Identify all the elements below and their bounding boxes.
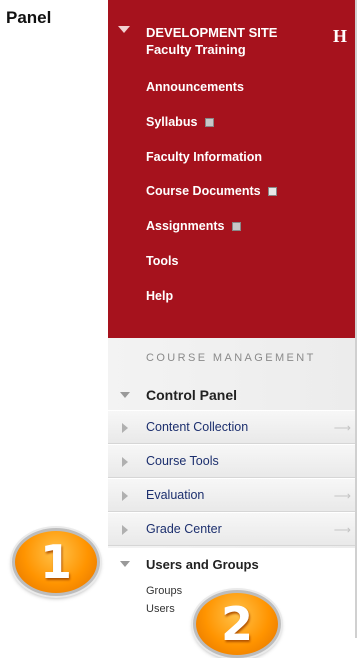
menu-item-label: Announcements bbox=[146, 80, 244, 94]
arrow-right-icon[interactable]: ⟶ bbox=[334, 421, 351, 435]
content-badge-icon bbox=[204, 118, 214, 127]
control-panel-label: Control Panel bbox=[146, 387, 238, 403]
menu-item-syllabus[interactable]: Syllabus bbox=[146, 115, 214, 129]
collapsed-triangle-icon[interactable] bbox=[122, 525, 128, 535]
menu-item-faculty-information[interactable]: Faculty Information bbox=[146, 150, 262, 164]
course-menu: DEVELOPMENT SITE Faculty Training Announ… bbox=[108, 0, 357, 338]
section-label: Content Collection bbox=[146, 420, 249, 434]
users-and-groups-label: Users and Groups bbox=[146, 557, 259, 572]
menu-item-label: Faculty Information bbox=[146, 150, 262, 164]
users-and-groups-header[interactable]: Users and Groups bbox=[108, 548, 357, 580]
menu-item-label: Assignments bbox=[146, 219, 225, 233]
menu-item-course-documents[interactable]: Course Documents bbox=[146, 184, 278, 198]
menu-item-label: Syllabus bbox=[146, 115, 198, 129]
content-badge-icon bbox=[231, 222, 241, 231]
collapse-triangle-icon[interactable] bbox=[118, 26, 130, 33]
callout-badge-1: 1 bbox=[12, 528, 100, 596]
edit-badge-icon bbox=[268, 187, 278, 196]
groups-link[interactable]: Groups bbox=[146, 585, 182, 597]
users-link[interactable]: Users bbox=[146, 603, 175, 615]
expanded-triangle-icon[interactable] bbox=[120, 392, 130, 398]
menu-item-announcements[interactable]: Announcements bbox=[146, 80, 244, 94]
collapsed-triangle-icon[interactable] bbox=[122, 423, 128, 433]
callout-number-1: 1 bbox=[39, 535, 72, 589]
arrow-right-icon[interactable]: ⟶ bbox=[334, 523, 351, 537]
partial-header-letter: H bbox=[333, 26, 348, 46]
site-title-line1: DEVELOPMENT SITE bbox=[146, 25, 278, 40]
callout-badge-2: 2 bbox=[193, 590, 281, 658]
menu-item-label: Tools bbox=[146, 254, 179, 268]
section-content-collection[interactable]: Content Collection ⟶ bbox=[108, 410, 357, 444]
menu-item-help[interactable]: Help bbox=[146, 289, 173, 303]
menu-item-label: Course Documents bbox=[146, 184, 261, 198]
course-management-title: COURSE MANAGEMENT bbox=[146, 352, 316, 364]
section-course-tools[interactable]: Course Tools bbox=[108, 444, 357, 478]
section-label: Evaluation bbox=[146, 488, 205, 502]
menu-item-label: Help bbox=[146, 289, 174, 303]
arrow-right-icon[interactable]: ⟶ bbox=[334, 489, 351, 503]
collapsed-triangle-icon[interactable] bbox=[122, 491, 128, 501]
section-label: Grade Center bbox=[146, 522, 222, 536]
menu-item-tools[interactable]: Tools bbox=[146, 254, 178, 268]
collapsed-triangle-icon[interactable] bbox=[122, 457, 128, 467]
section-grade-center[interactable]: Grade Center ⟶ bbox=[108, 512, 357, 546]
scrollbar-edge[interactable] bbox=[355, 0, 357, 638]
panel-heading: Panel bbox=[6, 8, 52, 27]
site-title[interactable]: DEVELOPMENT SITE Faculty Training bbox=[146, 24, 277, 58]
callout-number-2: 2 bbox=[220, 597, 253, 651]
section-label: Course Tools bbox=[146, 454, 219, 468]
site-title-line2: Faculty Training bbox=[146, 42, 246, 57]
control-panel-header[interactable]: Control Panel bbox=[108, 378, 357, 410]
section-evaluation[interactable]: Evaluation ⟶ bbox=[108, 478, 357, 512]
expanded-triangle-icon[interactable] bbox=[120, 561, 130, 567]
menu-item-assignments[interactable]: Assignments bbox=[146, 219, 241, 233]
